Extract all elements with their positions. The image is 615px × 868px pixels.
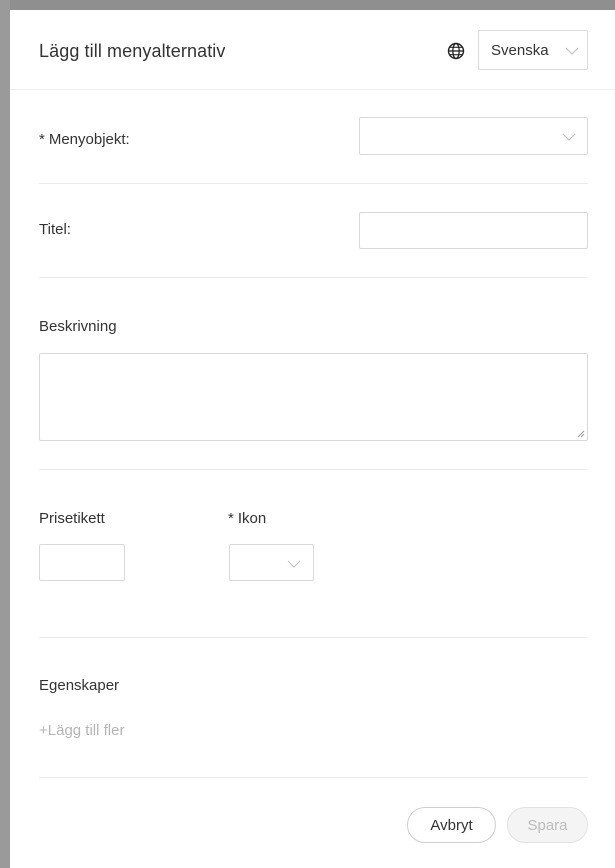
resize-handle-icon[interactable] — [577, 430, 585, 438]
chevron-down-icon — [565, 47, 579, 55]
description-textarea[interactable] — [39, 353, 588, 441]
menu-item-label: * Menyobjekt: — [39, 131, 130, 148]
description-label: Beskrivning — [39, 318, 117, 335]
properties-label: Egenskaper — [39, 677, 120, 694]
chevron-down-icon — [562, 133, 576, 141]
required-mark: * — [228, 510, 234, 527]
divider — [39, 469, 588, 470]
add-more-link[interactable]: +Lägg till fler — [39, 722, 124, 739]
save-button[interactable]: Spara — [507, 807, 588, 843]
price-tag-input[interactable] — [39, 544, 125, 581]
divider — [39, 637, 588, 638]
menu-item-label-text: Menyobjekt: — [48, 131, 130, 148]
modal-header: Lägg till menyalternativ Svenska — [10, 10, 615, 90]
language-select-value: Svenska — [491, 42, 549, 59]
cancel-button[interactable]: Avbryt — [407, 807, 496, 843]
divider — [39, 277, 588, 278]
modal-title: Lägg till menyalternativ — [39, 41, 226, 61]
icon-select[interactable] — [229, 544, 314, 581]
title-label: Titel: — [39, 221, 71, 238]
divider — [39, 777, 588, 778]
backdrop-strip — [0, 0, 10, 868]
divider — [39, 183, 588, 184]
language-select[interactable]: Svenska — [478, 30, 588, 70]
add-menu-item-modal: Lägg till menyalternativ Svenska * Menyob… — [10, 10, 615, 868]
title-input[interactable] — [359, 212, 588, 249]
price-tag-label: Prisetikett — [39, 510, 105, 527]
globe-icon — [447, 42, 465, 60]
menu-item-select[interactable] — [359, 117, 588, 155]
icon-label-text: Ikon — [237, 510, 267, 527]
required-mark: * — [39, 131, 45, 148]
chevron-down-icon — [287, 560, 301, 568]
icon-label: * Ikon — [228, 510, 266, 527]
